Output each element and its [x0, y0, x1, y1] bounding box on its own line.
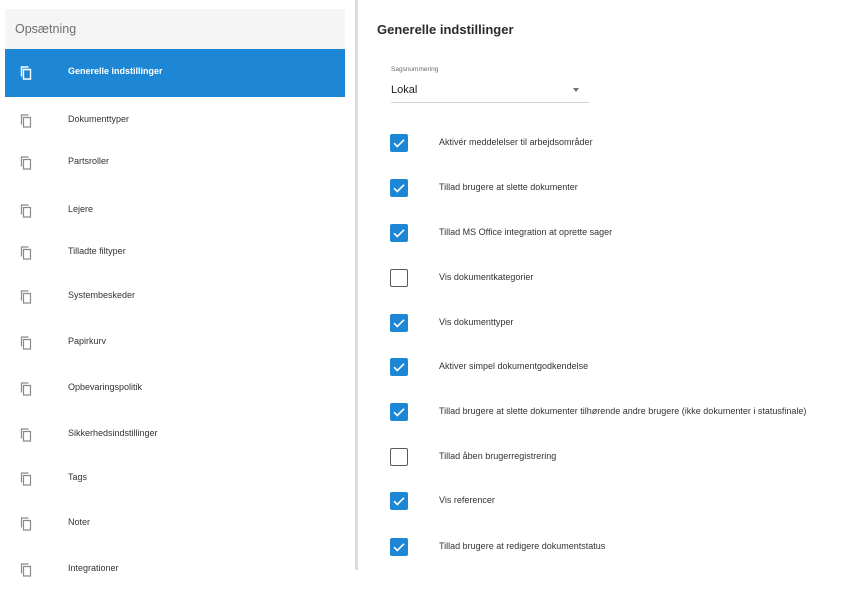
sidebar-item-systembeskeder[interactable]: Systembeskeder	[5, 273, 345, 321]
option-row: Tillad åben brugerregistrering	[390, 448, 859, 468]
sidebar-item-label: Tilladte filtyper	[68, 246, 126, 256]
select-label: Sagsnummering	[391, 66, 439, 73]
sidebar-item-label: Noter	[68, 517, 91, 527]
copy-document-icon	[20, 246, 32, 260]
copy-document-icon	[20, 290, 32, 304]
copy-document-icon	[20, 428, 32, 442]
sidebar-item-label: Generelle indstillinger	[68, 66, 163, 76]
sidebar-item-dokumenttyper[interactable]: Dokumenttyper	[5, 97, 345, 145]
option-label: Vis dokumentkategorier	[439, 272, 534, 282]
sidebar-header-title: Opsætning	[15, 22, 77, 36]
option-row: Aktivér meddelelser til arbejdsområder	[390, 134, 859, 154]
option-label: Tillad åben brugerregistrering	[439, 451, 557, 461]
checkbox-unchecked[interactable]	[390, 448, 408, 466]
option-label: Vis dokumenttyper	[439, 317, 514, 327]
sidebar-item-label: Systembeskeder	[68, 290, 136, 300]
sidebar-item-noter[interactable]: Noter	[5, 500, 345, 548]
sidebar-item-label: Sikkerhedsindstillinger	[68, 428, 158, 438]
panel-divider	[355, 0, 358, 570]
sidebar-item-label: Tags	[68, 472, 88, 482]
option-row: Tillad MS Office integration at oprette …	[390, 224, 859, 244]
option-label: Vis referencer	[439, 495, 495, 505]
page-title: Generelle indstillinger	[377, 22, 514, 37]
option-row: Vis dokumentkategorier	[390, 269, 859, 289]
checkbox-checked[interactable]	[390, 358, 408, 376]
copy-document-icon	[20, 114, 32, 128]
option-label: Aktivér meddelelser til arbejdsområder	[439, 137, 593, 147]
option-row: Tillad brugere at slette dokumenter	[390, 179, 859, 199]
sidebar-item-generelle-indstillinger[interactable]: Generelle indstillinger	[5, 49, 345, 97]
checkbox-unchecked[interactable]	[390, 269, 408, 287]
sidebar-item-opbevaringspolitik[interactable]: Opbevaringspolitik	[5, 365, 345, 413]
copy-document-icon	[20, 66, 32, 80]
dropdown-arrow-icon[interactable]	[573, 88, 579, 92]
checkbox-checked[interactable]	[390, 403, 408, 421]
copy-document-icon	[20, 382, 32, 396]
sidebar-item-label: Papirkurv	[68, 336, 107, 346]
option-label: Aktiver simpel dokumentgodkendelse	[439, 361, 589, 371]
sidebar-item-sikkerhedsindstillinger[interactable]: Sikkerhedsindstillinger	[5, 411, 345, 459]
copy-document-icon	[20, 336, 32, 350]
sidebar-item-label: Partsroller	[68, 156, 110, 166]
copy-document-icon	[20, 517, 32, 531]
sidebar-item-tilladte-filtyper[interactable]: Tilladte filtyper	[5, 229, 345, 277]
option-label: Tillad brugere at slette dokumenter	[439, 182, 578, 192]
sidebar-item-partsroller[interactable]: Partsroller	[5, 139, 345, 187]
sagsnummering-select[interactable]: Sagsnummering Lokal	[391, 66, 589, 103]
settings-main: Generelle indstillinger Sagsnummering Lo…	[360, 0, 859, 570]
sidebar-item-label: Opbevaringspolitik	[68, 382, 143, 392]
sidebar-item-label: Dokumenttyper	[68, 114, 130, 124]
copy-document-icon	[20, 204, 32, 218]
sidebar-item-lejere[interactable]: Lejere	[5, 187, 345, 235]
checkbox-checked[interactable]	[390, 134, 408, 152]
copy-document-icon	[20, 563, 32, 577]
checkbox-checked[interactable]	[390, 538, 408, 556]
option-label: Tillad brugere at redigere dokumentstatu…	[439, 541, 606, 551]
sidebar-item-label: Lejere	[68, 204, 94, 214]
sidebar-item-papirkurv[interactable]: Papirkurv	[5, 319, 345, 367]
checkbox-checked[interactable]	[390, 492, 408, 510]
checkbox-checked[interactable]	[390, 224, 408, 242]
checkbox-checked[interactable]	[390, 314, 408, 332]
copy-document-icon	[20, 472, 32, 486]
checkbox-checked[interactable]	[390, 179, 408, 197]
select-value: Lokal	[391, 84, 418, 96]
option-label: Tillad brugere at slette dokumenter tilh…	[439, 406, 807, 416]
option-row: Vis referencer	[390, 492, 859, 512]
option-row: Tillad brugere at redigere dokumentstatu…	[390, 538, 859, 558]
sidebar-item-label: Integrationer	[68, 563, 119, 573]
sidebar-item-tags[interactable]: Tags	[5, 455, 345, 503]
option-row: Tillad brugere at slette dokumenter tilh…	[390, 403, 859, 423]
sidebar-item-integrationer[interactable]: Integrationer	[5, 546, 345, 594]
option-row: Vis dokumenttyper	[390, 314, 859, 334]
option-row: Aktiver simpel dokumentgodkendelse	[390, 358, 859, 378]
sidebar-header: Opsætning	[5, 9, 345, 49]
copy-document-icon	[20, 156, 32, 170]
option-label: Tillad MS Office integration at oprette …	[439, 227, 613, 237]
settings-sidebar: Opsætning Generelle indstillinger Dokume…	[0, 0, 350, 577]
